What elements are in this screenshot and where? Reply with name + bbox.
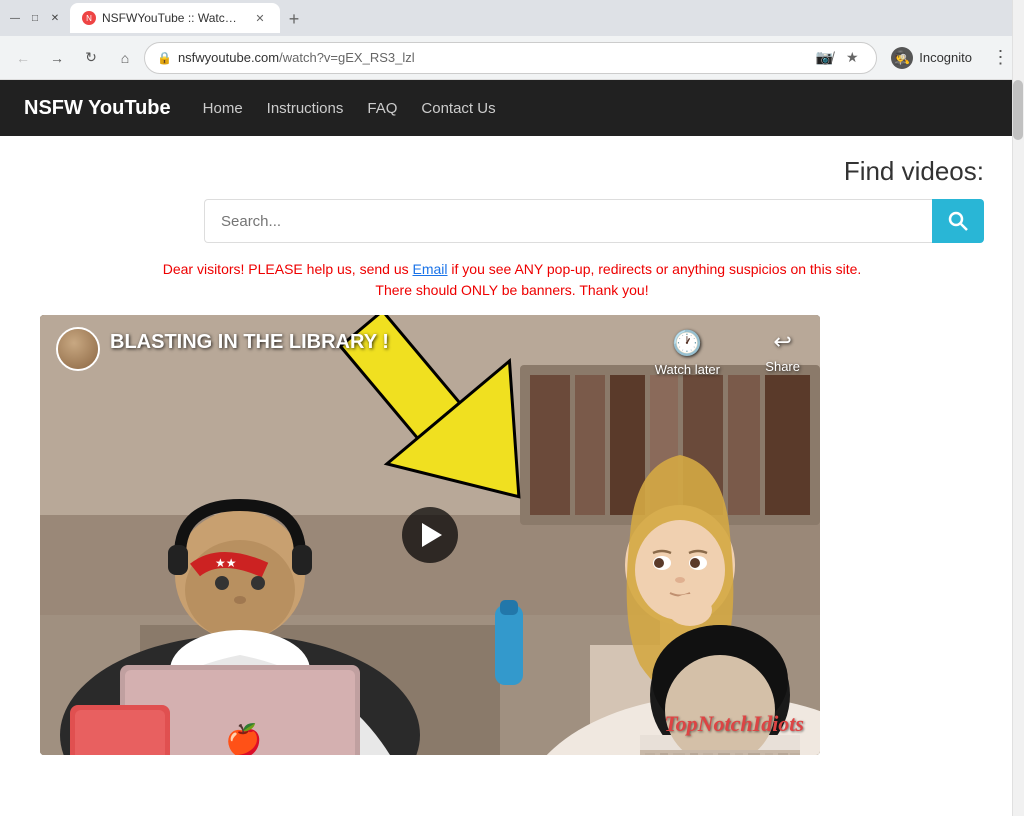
- video-avatar: [56, 327, 100, 371]
- url-text: nsfwyoutube.com/watch?v=gEX_RS3_lzl: [178, 50, 806, 65]
- search-icon: [948, 211, 968, 231]
- url-path: /watch?v=gEX_RS3_lzl: [279, 50, 415, 65]
- nav-contact[interactable]: Contact Us: [421, 100, 495, 117]
- notice-text: Dear visitors! PLEASE help us, send us E…: [40, 259, 984, 301]
- svg-text:🍎: 🍎: [225, 721, 262, 755]
- url-base: nsfwyoutube.com: [178, 50, 279, 65]
- nav-instructions[interactable]: Instructions: [267, 100, 344, 117]
- back-button[interactable]: ←: [8, 43, 38, 73]
- play-triangle-icon: [422, 523, 442, 547]
- play-button[interactable]: [402, 507, 458, 563]
- webpage: NSFW YouTube Home Instructions FAQ Conta…: [0, 80, 1024, 816]
- svg-text:★★: ★★: [215, 556, 237, 570]
- notice-line1-post: if you see ANY pop-up, redirects or anyt…: [448, 261, 862, 277]
- camera-off-icon[interactable]: 📷̸: [812, 46, 836, 70]
- watch-later-icon: 🕐: [672, 329, 702, 358]
- bookmark-icon[interactable]: ★: [840, 46, 864, 70]
- url-bar-icons: 📷̸ ★: [812, 46, 864, 70]
- notice-line2: There should ONLY be banners. Thank you!: [375, 282, 648, 298]
- notice-line1-pre: Dear visitors! PLEASE help us, send us: [163, 261, 413, 277]
- forward-button[interactable]: →: [42, 43, 72, 73]
- notice-email-link[interactable]: Email: [413, 261, 448, 277]
- nav-home[interactable]: Home: [203, 100, 243, 117]
- home-button[interactable]: ⌂: [110, 43, 140, 73]
- lock-icon: 🔒: [157, 51, 172, 65]
- watermark: TopNotchIdiots: [664, 711, 804, 737]
- incognito-button[interactable]: 🕵 Incognito: [881, 43, 982, 73]
- close-button[interactable]: ✕: [48, 11, 62, 25]
- toolbar-right: 🕵 Incognito ⋮: [881, 43, 1016, 73]
- scrollbar-thumb[interactable]: [1013, 80, 1023, 140]
- video-scene: ★★ 🍎: [40, 315, 820, 755]
- incognito-label: Incognito: [919, 50, 972, 65]
- site-logo: NSFW YouTube: [24, 97, 171, 120]
- url-bar[interactable]: 🔒 nsfwyoutube.com/watch?v=gEX_RS3_lzl 📷̸…: [144, 42, 877, 74]
- search-input[interactable]: [204, 199, 932, 243]
- tab-title: NSFWYouTube :: Watch YouTube: [102, 11, 242, 25]
- minimize-button[interactable]: —: [8, 11, 22, 25]
- active-tab[interactable]: N NSFWYouTube :: Watch YouTube ✕: [70, 3, 280, 33]
- search-button[interactable]: [932, 199, 984, 243]
- tab-favicon: N: [82, 11, 96, 25]
- video-container[interactable]: ★★ 🍎: [40, 315, 820, 755]
- reload-button[interactable]: ↻: [76, 43, 106, 73]
- video-title: BLASTING IN THE LIBRARY !: [110, 331, 389, 354]
- share-icon: ↩: [773, 329, 791, 355]
- scrollbar[interactable]: [1012, 0, 1024, 816]
- site-nav: Home Instructions FAQ Contact Us: [203, 100, 496, 117]
- maximize-button[interactable]: □: [28, 11, 42, 25]
- title-bar: — □ ✕ N NSFWYouTube :: Watch YouTube ✕ +: [0, 0, 1024, 36]
- tab-bar: N NSFWYouTube :: Watch YouTube ✕ +: [70, 3, 1016, 33]
- tab-close-button[interactable]: ✕: [252, 10, 268, 26]
- window-controls: — □ ✕: [8, 11, 62, 25]
- address-bar: ← → ↻ ⌂ 🔒 nsfwyoutube.com/watch?v=gEX_RS…: [0, 36, 1024, 80]
- site-header: NSFW YouTube Home Instructions FAQ Conta…: [0, 80, 1024, 136]
- new-tab-button[interactable]: +: [280, 5, 308, 33]
- watch-later-label: Watch later: [655, 362, 720, 377]
- share-label: Share: [765, 359, 800, 374]
- search-bar: [204, 199, 984, 243]
- incognito-icon: 🕵: [891, 47, 913, 69]
- watch-later-button[interactable]: 🕐 Watch later: [655, 329, 720, 377]
- share-button[interactable]: ↩ Share: [765, 329, 800, 374]
- find-videos-section: Find videos:: [40, 156, 984, 243]
- find-videos-label: Find videos:: [844, 156, 984, 187]
- content-area: Find videos: Dear visitors! PLEASE help …: [0, 136, 1024, 816]
- nav-faq[interactable]: FAQ: [367, 100, 397, 117]
